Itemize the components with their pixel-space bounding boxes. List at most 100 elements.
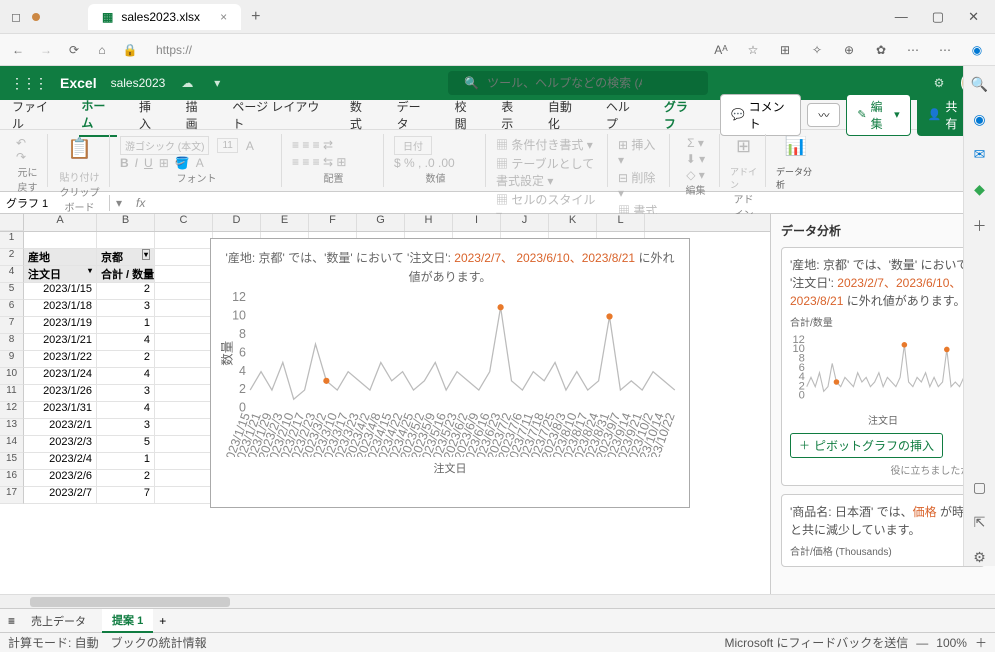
edge-search-icon[interactable]: 🔍 [971, 76, 988, 93]
fill-color-icon[interactable]: 🪣 [175, 156, 190, 170]
search-input[interactable] [487, 76, 642, 90]
copilot-icon[interactable]: ◉ [969, 42, 985, 58]
number-format-select[interactable]: 日付 [394, 136, 432, 155]
cell[interactable]: 2023/1/19 [24, 317, 97, 334]
underline-icon[interactable]: U [144, 156, 153, 170]
tab-review[interactable]: 校閲 [453, 94, 480, 136]
currency-icon[interactable]: $ % , .0 .00 [394, 156, 455, 170]
cell[interactable] [155, 300, 213, 317]
calc-mode[interactable]: 計算モード: 自動 [8, 634, 99, 651]
cell[interactable]: 3 [97, 419, 155, 436]
cell[interactable]: 2023/1/22 [24, 351, 97, 368]
name-box[interactable]: グラフ 1 [0, 195, 110, 211]
align-icons[interactable]: ≡ ≡ ≡ ⇄ [292, 138, 333, 152]
edge-outlook-icon[interactable]: ✉ [974, 146, 986, 163]
edge-settings-icon[interactable]: ⚙ [973, 549, 986, 566]
redo-icon[interactable]: ↷ [16, 150, 26, 164]
select-all-corner[interactable] [0, 214, 24, 231]
font-name-select[interactable]: 游ゴシック (本文) [120, 136, 209, 155]
col-header[interactable]: K [549, 214, 597, 231]
bold-icon[interactable]: B [120, 156, 129, 170]
italic-icon[interactable]: I [135, 156, 138, 170]
cell[interactable]: 3 [97, 385, 155, 402]
sheets-menu-icon[interactable]: ≡ [8, 614, 15, 628]
tab-chart[interactable]: グラフ [662, 94, 700, 136]
cell[interactable] [155, 283, 213, 300]
cell[interactable] [155, 470, 213, 487]
new-tab-button[interactable]: + [251, 8, 260, 26]
close-icon[interactable]: ✕ [968, 9, 979, 25]
grow-font-icon[interactable]: A [246, 139, 254, 153]
app-icon[interactable]: ⊞ [777, 42, 793, 58]
undo-icon[interactable]: ↶ [16, 136, 26, 150]
cell[interactable] [97, 232, 155, 249]
cell[interactable]: 2023/2/6 [24, 470, 97, 487]
col-header[interactable]: L [597, 214, 645, 231]
star-icon[interactable]: ☆ [745, 42, 761, 58]
app-launcher-icon[interactable]: ⋮⋮⋮ [10, 75, 46, 92]
extensions-icon[interactable]: ✿ [873, 42, 889, 58]
cell[interactable]: 7 [97, 487, 155, 504]
edge-share-icon[interactable]: ⇱ [974, 514, 986, 531]
edge-copilot-icon[interactable]: ◉ [973, 111, 985, 128]
addins-icon[interactable]: ⊞ [736, 136, 751, 157]
cell[interactable]: 2023/1/21 [24, 334, 97, 351]
cell[interactable] [155, 385, 213, 402]
cell[interactable]: 2023/1/26 [24, 385, 97, 402]
comments-button[interactable]: 💬 コメント [720, 94, 801, 136]
cell[interactable] [24, 232, 97, 249]
text-size-icon[interactable]: Aᴬ [713, 42, 729, 58]
cell[interactable]: 2023/1/15 [24, 283, 97, 300]
cell[interactable]: 1 [97, 317, 155, 334]
cell[interactable]: 5 [97, 436, 155, 453]
cell[interactable] [155, 436, 213, 453]
edge-game-icon[interactable]: ◆ [974, 181, 985, 198]
analyze-icon[interactable]: 📊 [785, 136, 807, 157]
col-header[interactable]: H [405, 214, 453, 231]
paste-icon[interactable]: 📋 [67, 136, 92, 161]
insert-cells-button[interactable]: ⊞ 挿入 ▾ [618, 136, 661, 167]
cell[interactable]: 2 [97, 283, 155, 300]
cell[interactable]: 合計 / 数量 [97, 266, 155, 283]
cell[interactable]: 注文日 ▾ [24, 266, 97, 283]
tab-draw[interactable]: 描画 [184, 94, 211, 136]
close-tab-icon[interactable]: × [220, 10, 227, 24]
cell[interactable] [155, 334, 213, 351]
cell[interactable] [155, 368, 213, 385]
sheet-tab-sales[interactable]: 売上データ [21, 610, 96, 632]
cell[interactable] [155, 453, 213, 470]
chevron-down-icon[interactable]: ▾ [209, 75, 225, 91]
namebox-dropdown-icon[interactable]: ▾ [110, 196, 128, 210]
settings-icon[interactable]: ⚙ [931, 75, 947, 91]
col-header[interactable]: G [357, 214, 405, 231]
tab-formulas[interactable]: 数式 [348, 94, 375, 136]
col-header[interactable]: C [155, 214, 213, 231]
edge-plus-icon[interactable]: ＋ [973, 216, 987, 236]
border-icon[interactable]: ⊞ [159, 156, 169, 170]
tab-home[interactable]: ホーム [79, 93, 117, 137]
embedded-chart[interactable]: '産地: 京都' では、'数量' において '注文日': 2023/2/7、 2… [210, 238, 690, 508]
tab-help[interactable]: ヘルプ [604, 94, 642, 136]
conditional-format-button[interactable]: ▦ 条件付き書式 ▾ [496, 136, 593, 153]
minimize-icon[interactable]: — [895, 9, 908, 25]
tab-insert[interactable]: 挿入 [137, 94, 164, 136]
add-sheet-icon[interactable]: + [159, 614, 166, 628]
profile-icon[interactable]: ◻ [8, 9, 24, 25]
cell[interactable]: 2023/1/18 [24, 300, 97, 317]
cell[interactable]: 2023/1/24 [24, 368, 97, 385]
home-icon[interactable]: ⌂ [94, 42, 110, 58]
collections-icon[interactable]: ⊕ [841, 42, 857, 58]
cell[interactable]: 4 [97, 402, 155, 419]
cell[interactable] [155, 402, 213, 419]
tab-automate[interactable]: 自動化 [546, 94, 584, 136]
fx-icon[interactable]: fx [128, 196, 153, 210]
cell[interactable]: 4 [97, 334, 155, 351]
cell[interactable] [155, 249, 213, 266]
back-icon[interactable]: ← [10, 42, 26, 58]
font-color-icon[interactable]: A [196, 156, 204, 170]
zoom-in-icon[interactable]: ＋ [975, 634, 987, 651]
zoom-out-icon[interactable]: — [916, 636, 928, 650]
cell[interactable] [155, 351, 213, 368]
cell[interactable]: 1 [97, 453, 155, 470]
tab-view[interactable]: 表示 [499, 94, 526, 136]
